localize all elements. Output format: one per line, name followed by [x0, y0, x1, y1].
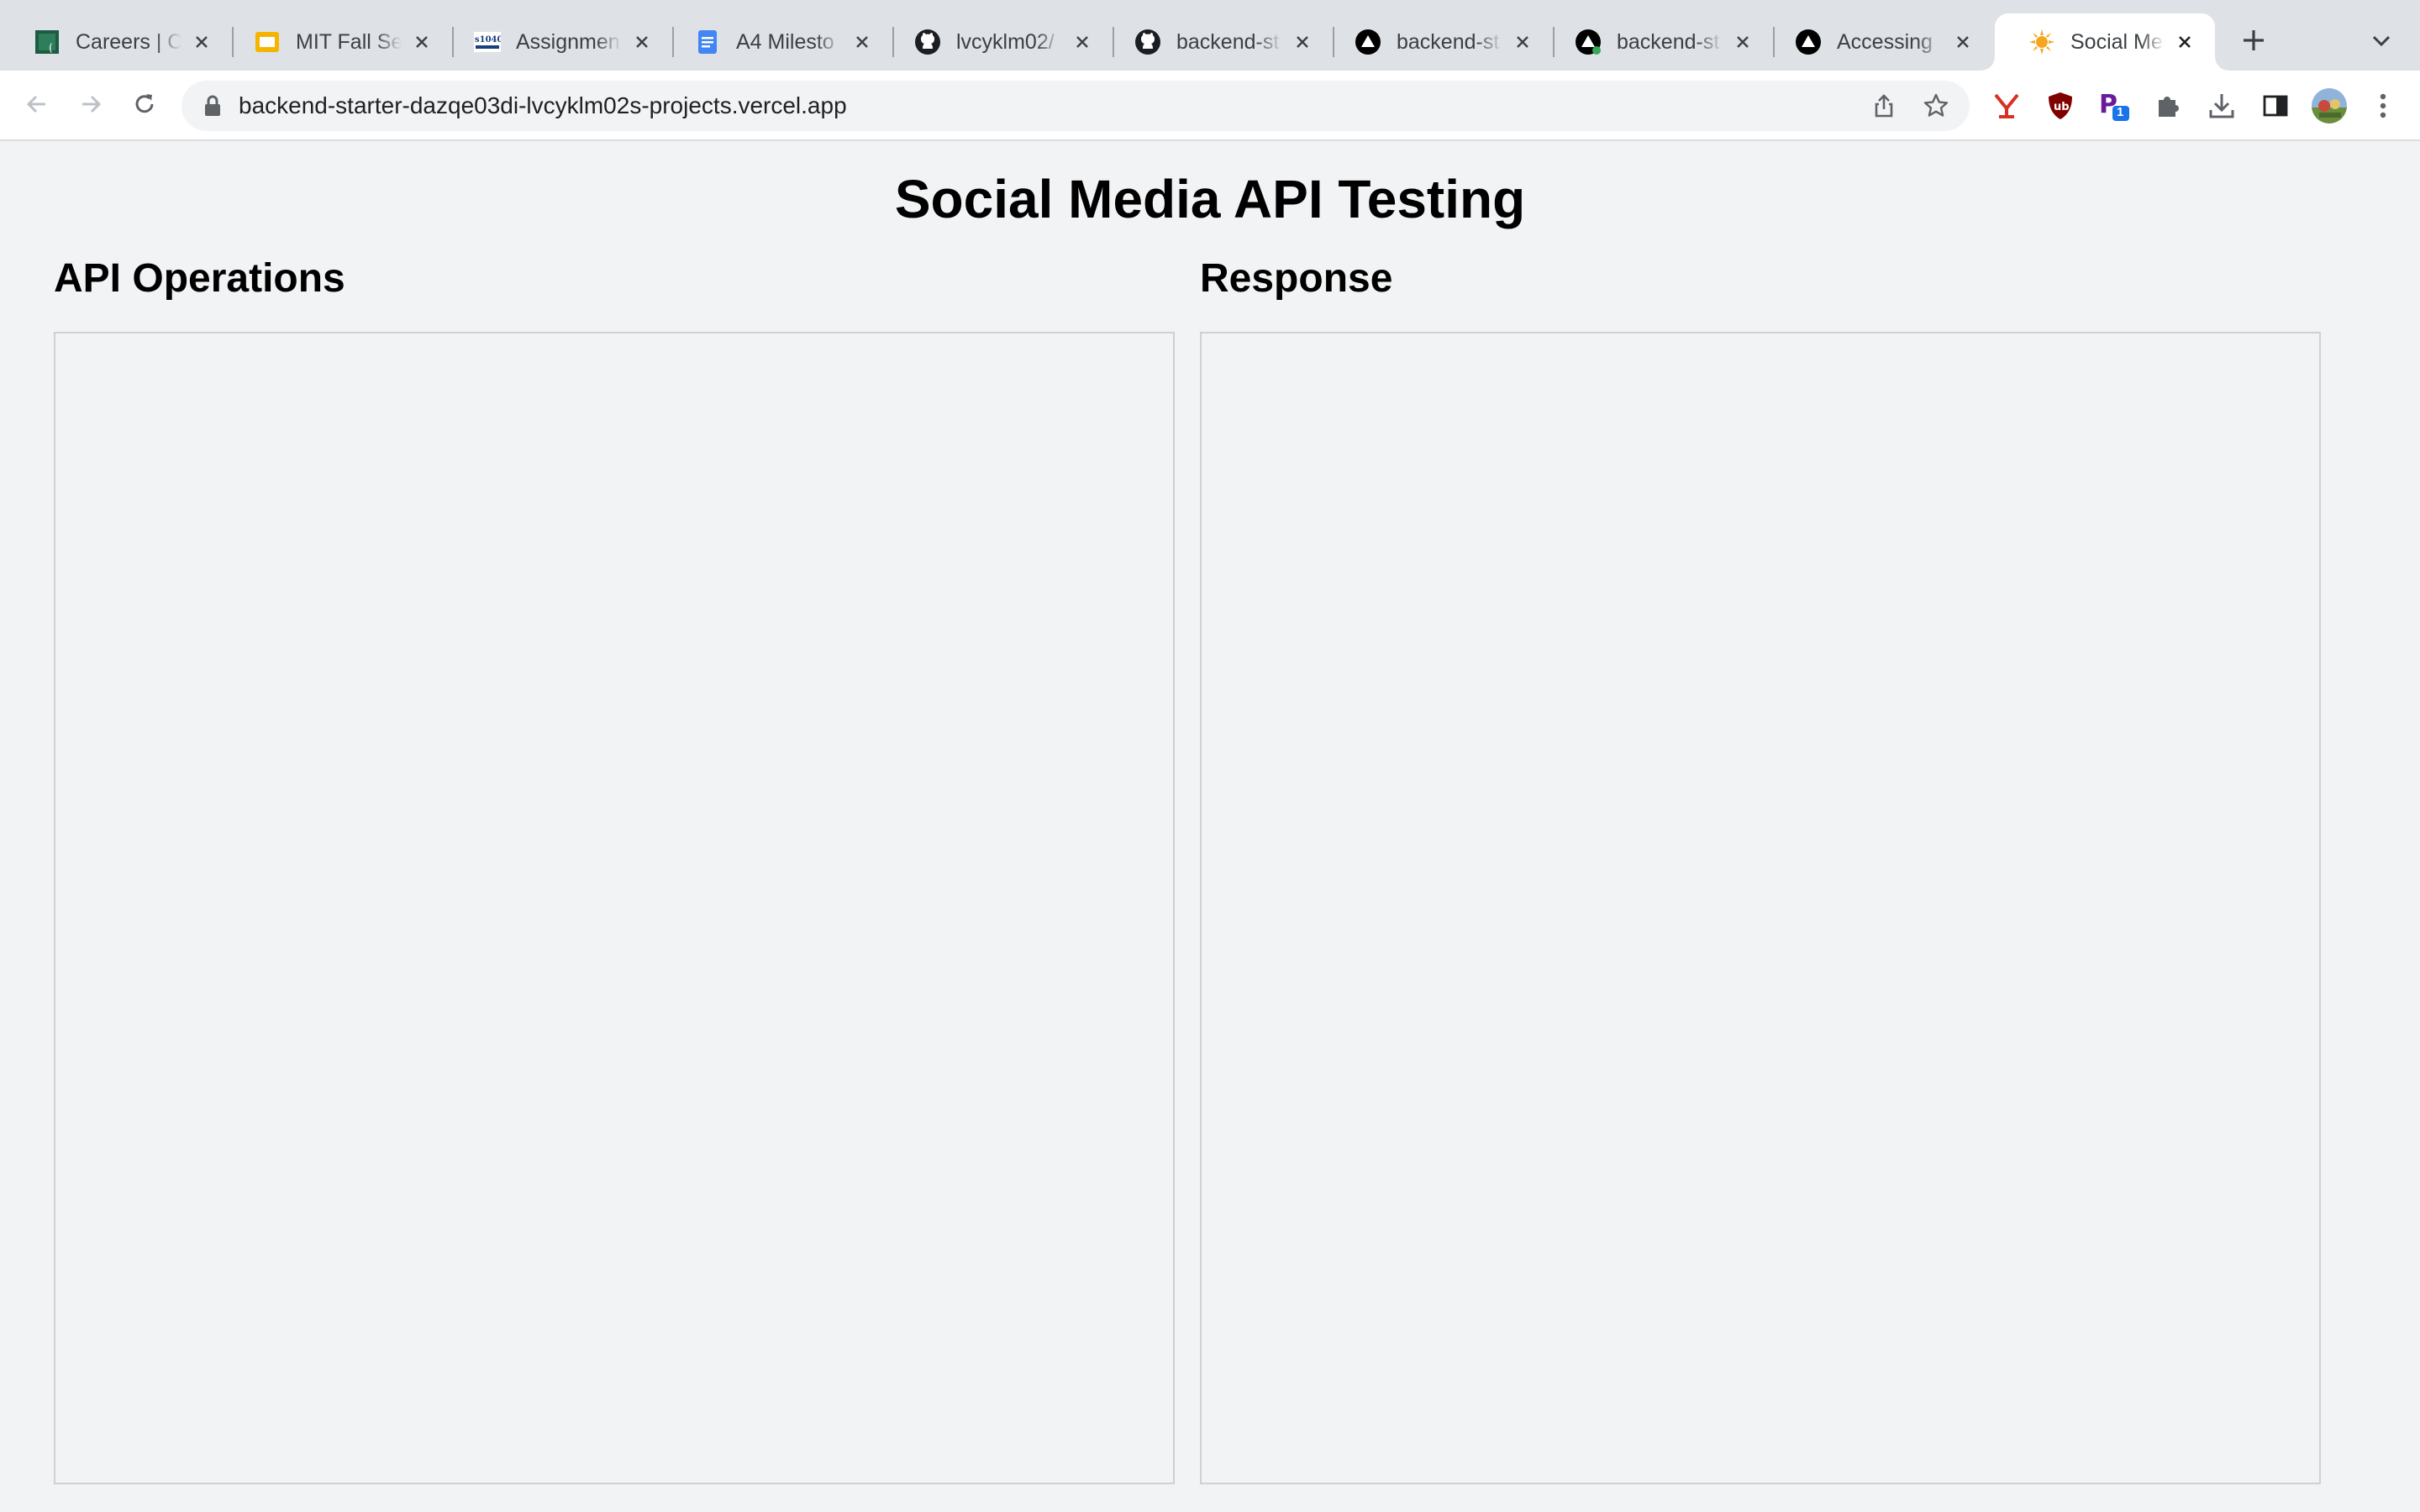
close-icon[interactable] [190, 30, 213, 54]
close-icon[interactable] [850, 30, 874, 54]
bookmark-star-icon[interactable] [1921, 91, 1951, 121]
tab-a4-milestone[interactable]: A4 Milesto [660, 13, 892, 71]
tab-accessing[interactable]: Accessing [1761, 13, 1993, 71]
docs-icon [694, 29, 721, 55]
tab-title: backend-st [1176, 29, 1280, 54]
tab-vercel-backend-2[interactable]: backend-st [1541, 13, 1773, 71]
tab-careers[interactable]: ( Careers | C [0, 13, 232, 71]
close-icon[interactable] [1511, 30, 1534, 54]
avatar[interactable] [2311, 87, 2348, 124]
close-icon[interactable] [2173, 30, 2196, 54]
tab-mit-fall[interactable]: MIT Fall Se [220, 13, 452, 71]
download-icon[interactable] [2203, 87, 2240, 124]
api-operations-heading: API Operations [54, 256, 345, 301]
github-icon [914, 29, 941, 55]
s1040-icon: s1040 [474, 29, 501, 55]
browser-toolbar: backend-starter-dazqe03di-lvcyklm02s-pro… [0, 71, 2420, 141]
svg-text:s1040: s1040 [475, 35, 501, 45]
arrow-right-icon [77, 91, 104, 122]
chevron-down-icon [2370, 29, 2392, 55]
github-icon [1134, 29, 1161, 55]
back-button[interactable] [17, 86, 57, 126]
arrow-left-icon [24, 91, 50, 122]
tab-github-repo[interactable]: lvcyklm02/ [881, 13, 1113, 71]
extension-badge: 1 [2117, 105, 2124, 119]
plus-icon [2241, 28, 2266, 57]
slides-icon [254, 29, 281, 55]
new-tab-button[interactable] [2232, 20, 2275, 64]
extension-p-icon[interactable]: P 1 [2096, 87, 2133, 124]
menu-dots-icon[interactable] [2365, 87, 2402, 124]
api-operations-panel[interactable] [54, 332, 1175, 1484]
side-panel-icon[interactable] [2257, 87, 2294, 124]
vercel-icon [1355, 29, 1381, 55]
page-title: Social Media API Testing [894, 169, 1526, 229]
vercel-icon [1575, 29, 1602, 55]
extension-yoink-icon[interactable] [1988, 87, 2025, 124]
close-icon[interactable] [630, 30, 654, 54]
page-content: Social Media API Testing API Operations … [0, 143, 2420, 1512]
reload-button[interactable] [124, 86, 165, 126]
careers-icon: ( [34, 29, 60, 55]
close-icon[interactable] [1731, 30, 1754, 54]
close-icon[interactable] [1071, 30, 1094, 54]
close-icon[interactable] [410, 30, 434, 54]
tab-assignment[interactable]: s1040 Assignmen [440, 13, 672, 71]
tab-vercel-backend-1[interactable]: backend-st [1321, 13, 1553, 71]
tab-github-backend[interactable]: backend-st [1101, 13, 1333, 71]
svg-text:ub: ub [2054, 101, 2070, 113]
response-panel[interactable] [1200, 332, 2321, 1484]
svg-text:(: ( [49, 42, 53, 54]
forward-button[interactable] [71, 86, 111, 126]
lock-icon[interactable] [200, 93, 225, 118]
address-bar[interactable]: backend-starter-dazqe03di-lvcyklm02s-pro… [182, 81, 1970, 131]
tab-title: lvcyklm02/ [956, 29, 1055, 54]
ublock-origin-icon[interactable]: ub [2042, 87, 2079, 124]
tab-title: MIT Fall Se [296, 29, 402, 54]
close-icon[interactable] [1291, 30, 1314, 54]
vercel-icon [1795, 29, 1822, 55]
reload-icon [131, 91, 158, 122]
tab-social-media[interactable]: Social Med [1981, 13, 2228, 71]
tab-strip: ( Careers | C MIT Fall Se s1040 Assignme… [0, 0, 2420, 71]
tab-title: backend-st [1397, 29, 1500, 54]
response-heading: Response [1200, 256, 1393, 301]
tab-title: backend-st [1617, 29, 1720, 54]
close-icon[interactable] [1951, 30, 1975, 54]
tab-title: Assignmen [516, 29, 620, 54]
tab-title: A4 Milesto [736, 29, 834, 54]
tab-title: Accessing [1837, 29, 1933, 54]
tab-title: Social Med [2070, 29, 2165, 54]
url-text[interactable]: backend-starter-dazqe03di-lvcyklm02s-pro… [239, 81, 847, 131]
tab-title: Careers | C [76, 29, 182, 54]
tab-search-button[interactable] [2361, 22, 2402, 62]
share-icon[interactable] [1869, 91, 1899, 121]
sun-icon [2028, 29, 2055, 55]
puzzle-icon[interactable] [2149, 87, 2186, 124]
